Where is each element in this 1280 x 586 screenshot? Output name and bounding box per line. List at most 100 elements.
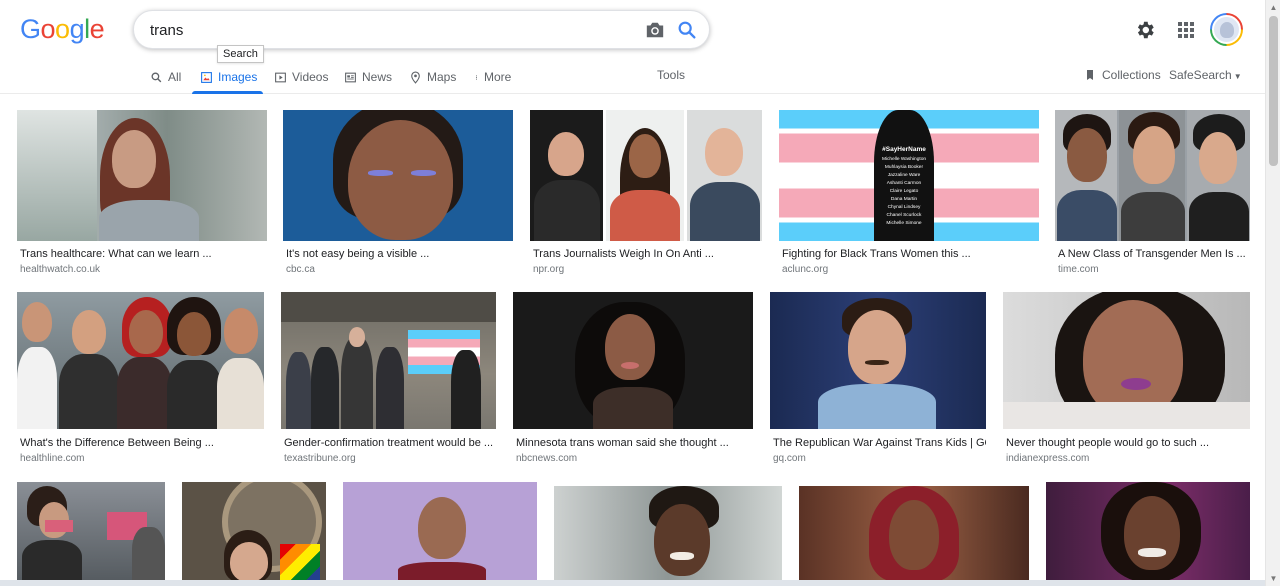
image-result[interactable]: What's the Difference Between Being ... …: [17, 292, 264, 464]
poster-name: Muhlaysia Booker: [884, 165, 924, 170]
result-thumbnail[interactable]: [1003, 292, 1250, 429]
collections-label: Collections: [1102, 68, 1161, 82]
image-result[interactable]: #SayHerName Michelle Washington Muhlaysi…: [779, 110, 1039, 275]
more-dots-icon: [475, 74, 478, 80]
scrollbar-thumb[interactable]: [1269, 16, 1278, 166]
poster-name: Claire Legato: [889, 189, 919, 194]
poster-name: Chynal Lindsey: [887, 205, 921, 210]
result-thumbnail[interactable]: [17, 482, 165, 582]
result-thumbnail[interactable]: [799, 486, 1029, 582]
result-source: time.com: [1058, 264, 1099, 275]
poster-name: Chanel Scurlock: [886, 213, 922, 218]
bookmark-icon: [1087, 70, 1093, 80]
image-result[interactable]: [554, 486, 782, 582]
search-input[interactable]: [150, 20, 620, 40]
image-result[interactable]: Gender-confirmation treatment would be .…: [281, 292, 496, 464]
bottom-strip: [0, 580, 1265, 586]
result-thumbnail[interactable]: [770, 292, 986, 429]
tab-maps[interactable]: Maps: [409, 68, 456, 86]
result-thumbnail[interactable]: [283, 110, 513, 241]
poster-name: Ashanti Carmon: [886, 181, 922, 186]
map-pin-icon: [411, 71, 420, 84]
result-source: indianexpress.com: [1006, 453, 1090, 464]
result-thumbnail[interactable]: [182, 482, 326, 582]
tools-button[interactable]: Tools: [657, 68, 685, 82]
collections-button[interactable]: Collections: [1084, 68, 1161, 82]
result-caption[interactable]: Fighting for Black Trans Women this ...: [782, 248, 1037, 260]
result-thumbnail[interactable]: [1046, 482, 1250, 582]
tab-label: Images: [218, 70, 258, 84]
avatar-image: [1212, 15, 1241, 44]
tab-more[interactable]: More: [474, 68, 511, 86]
scroll-down-arrow-icon[interactable]: ▼: [1269, 574, 1278, 583]
google-logo[interactable]: Google: [20, 14, 105, 45]
result-thumbnail[interactable]: [1055, 110, 1250, 241]
image-result[interactable]: [17, 482, 165, 582]
result-thumbnail[interactable]: [513, 292, 753, 429]
poster-name: Michelle Simone: [886, 221, 922, 226]
caret-down-icon: ▼: [1233, 72, 1242, 81]
result-thumbnail[interactable]: [17, 110, 267, 241]
search-icon: [151, 72, 162, 82]
result-source: texastribune.org: [284, 453, 356, 464]
safesearch-label: SafeSearch: [1169, 68, 1232, 82]
tab-all[interactable]: All: [150, 68, 181, 86]
result-caption[interactable]: Trans healthcare: What can we learn ...: [20, 248, 265, 260]
tab-news[interactable]: News: [344, 68, 392, 86]
result-thumbnail[interactable]: [343, 482, 537, 582]
safesearch-button[interactable]: SafeSearch ▼: [1169, 68, 1242, 82]
image-result[interactable]: It's not easy being a visible ... cbc.ca: [283, 110, 513, 275]
image-result[interactable]: [182, 482, 326, 582]
apps-grid-icon[interactable]: [1176, 20, 1196, 40]
result-thumbnail[interactable]: [281, 292, 496, 429]
result-source: healthline.com: [20, 453, 85, 464]
result-caption[interactable]: It's not easy being a visible ...: [286, 248, 511, 260]
logo-letter: G: [20, 14, 41, 44]
tab-label: More: [484, 70, 512, 84]
image-result[interactable]: [343, 482, 537, 582]
image-result[interactable]: Trans Journalists Weigh In On Anti ... n…: [530, 110, 762, 275]
account-avatar[interactable]: [1210, 13, 1243, 46]
result-caption[interactable]: Gender-confirmation treatment would be .…: [284, 437, 496, 449]
result-source: healthwatch.co.uk: [20, 264, 101, 275]
search-icon[interactable]: [676, 19, 698, 41]
result-caption[interactable]: Minnesota trans woman said she thought .…: [516, 437, 753, 449]
image-result[interactable]: Never thought people would go to such ..…: [1003, 292, 1250, 464]
vertical-scrollbar[interactable]: ▲ ▼: [1265, 0, 1280, 586]
search-box[interactable]: [133, 10, 710, 49]
image-result[interactable]: [799, 486, 1029, 582]
search-tabs: All Images Videos News Maps More Tools C…: [0, 60, 1280, 94]
image-result[interactable]: [1046, 482, 1250, 582]
result-caption[interactable]: Trans Journalists Weigh In On Anti ...: [533, 248, 761, 260]
result-source: cbc.ca: [286, 264, 315, 275]
result-caption[interactable]: Never thought people would go to such ..…: [1006, 437, 1250, 449]
image-result[interactable]: A New Class of Transgender Men Is ... ti…: [1055, 110, 1250, 275]
active-tab-indicator: [192, 91, 263, 94]
scroll-up-arrow-icon[interactable]: ▲: [1269, 3, 1278, 12]
image-result[interactable]: Trans healthcare: What can we learn ... …: [17, 110, 267, 275]
result-caption[interactable]: A New Class of Transgender Men Is ...: [1058, 248, 1250, 260]
tab-label: News: [362, 70, 393, 84]
image-result[interactable]: The Republican War Against Trans Kids | …: [770, 292, 986, 464]
result-source: npr.org: [533, 264, 565, 275]
poster-name: Jazzaline Ware: [887, 173, 921, 178]
image-icon: [201, 71, 212, 83]
result-thumbnail[interactable]: [17, 292, 264, 429]
tab-images[interactable]: Images: [200, 68, 257, 86]
camera-icon[interactable]: [644, 20, 666, 40]
image-result[interactable]: Minnesota trans woman said she thought .…: [513, 292, 753, 464]
result-caption[interactable]: The Republican War Against Trans Kids | …: [773, 437, 986, 449]
result-source: nbcnews.com: [516, 453, 578, 464]
logo-letter: o: [40, 14, 56, 44]
result-thumbnail[interactable]: [530, 110, 762, 241]
news-icon: [345, 72, 356, 82]
poster-name: Dana Martin: [890, 197, 918, 202]
logo-letter: o: [55, 14, 70, 44]
tab-videos[interactable]: Videos: [274, 68, 328, 86]
gear-icon[interactable]: [1134, 19, 1156, 41]
poster-hashtag: #SayHerName: [882, 146, 926, 153]
result-thumbnail[interactable]: #SayHerName Michelle Washington Muhlaysi…: [779, 110, 1039, 241]
result-caption[interactable]: What's the Difference Between Being ...: [20, 437, 264, 449]
result-thumbnail[interactable]: [554, 486, 782, 582]
tab-label: Videos: [292, 70, 329, 84]
